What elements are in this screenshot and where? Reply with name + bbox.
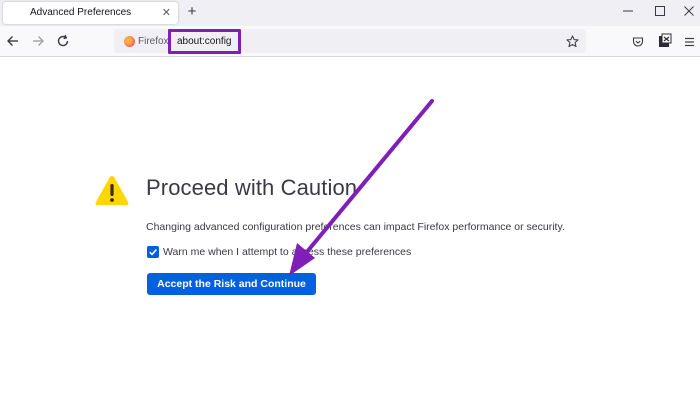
warn-checkbox[interactable]: [147, 246, 159, 258]
warn-checkbox-label[interactable]: Warn me when I attempt to access these p…: [163, 246, 411, 258]
browser-window: Advanced Preferences ✕ + Firefox about:c…: [0, 0, 700, 409]
menu-icon[interactable]: [684, 37, 695, 47]
close-window-icon[interactable]: [682, 4, 696, 18]
back-icon[interactable]: [6, 34, 20, 48]
checkmark-icon: [149, 249, 157, 256]
forward-icon[interactable]: [31, 34, 45, 48]
bookmark-star-icon[interactable]: [566, 35, 579, 48]
extension-icon[interactable]: [657, 33, 673, 49]
identity-label[interactable]: Firefox: [138, 36, 169, 47]
navigation-toolbar: [0, 26, 700, 57]
warning-icon: [95, 176, 129, 205]
new-tab-button[interactable]: +: [184, 3, 200, 21]
warning-description: Changing advanced configuration preferen…: [146, 221, 565, 233]
page-content: [0, 57, 700, 409]
minimize-icon[interactable]: [621, 4, 635, 18]
tab-strip: Advanced Preferences ✕ +: [0, 0, 700, 26]
tab-title: Advanced Preferences: [30, 7, 132, 18]
accept-risk-button[interactable]: Accept the Risk and Continue: [147, 273, 316, 295]
reload-icon[interactable]: [56, 34, 70, 48]
pocket-icon[interactable]: [632, 36, 644, 48]
page-title: Proceed with Caution: [146, 175, 358, 200]
tab-close-icon[interactable]: ✕: [162, 6, 171, 20]
tab-advanced-preferences[interactable]: Advanced Preferences ✕: [3, 2, 178, 24]
url-input[interactable]: about:config: [177, 36, 232, 47]
firefox-logo-icon: [124, 36, 135, 47]
maximize-icon[interactable]: [653, 4, 667, 18]
